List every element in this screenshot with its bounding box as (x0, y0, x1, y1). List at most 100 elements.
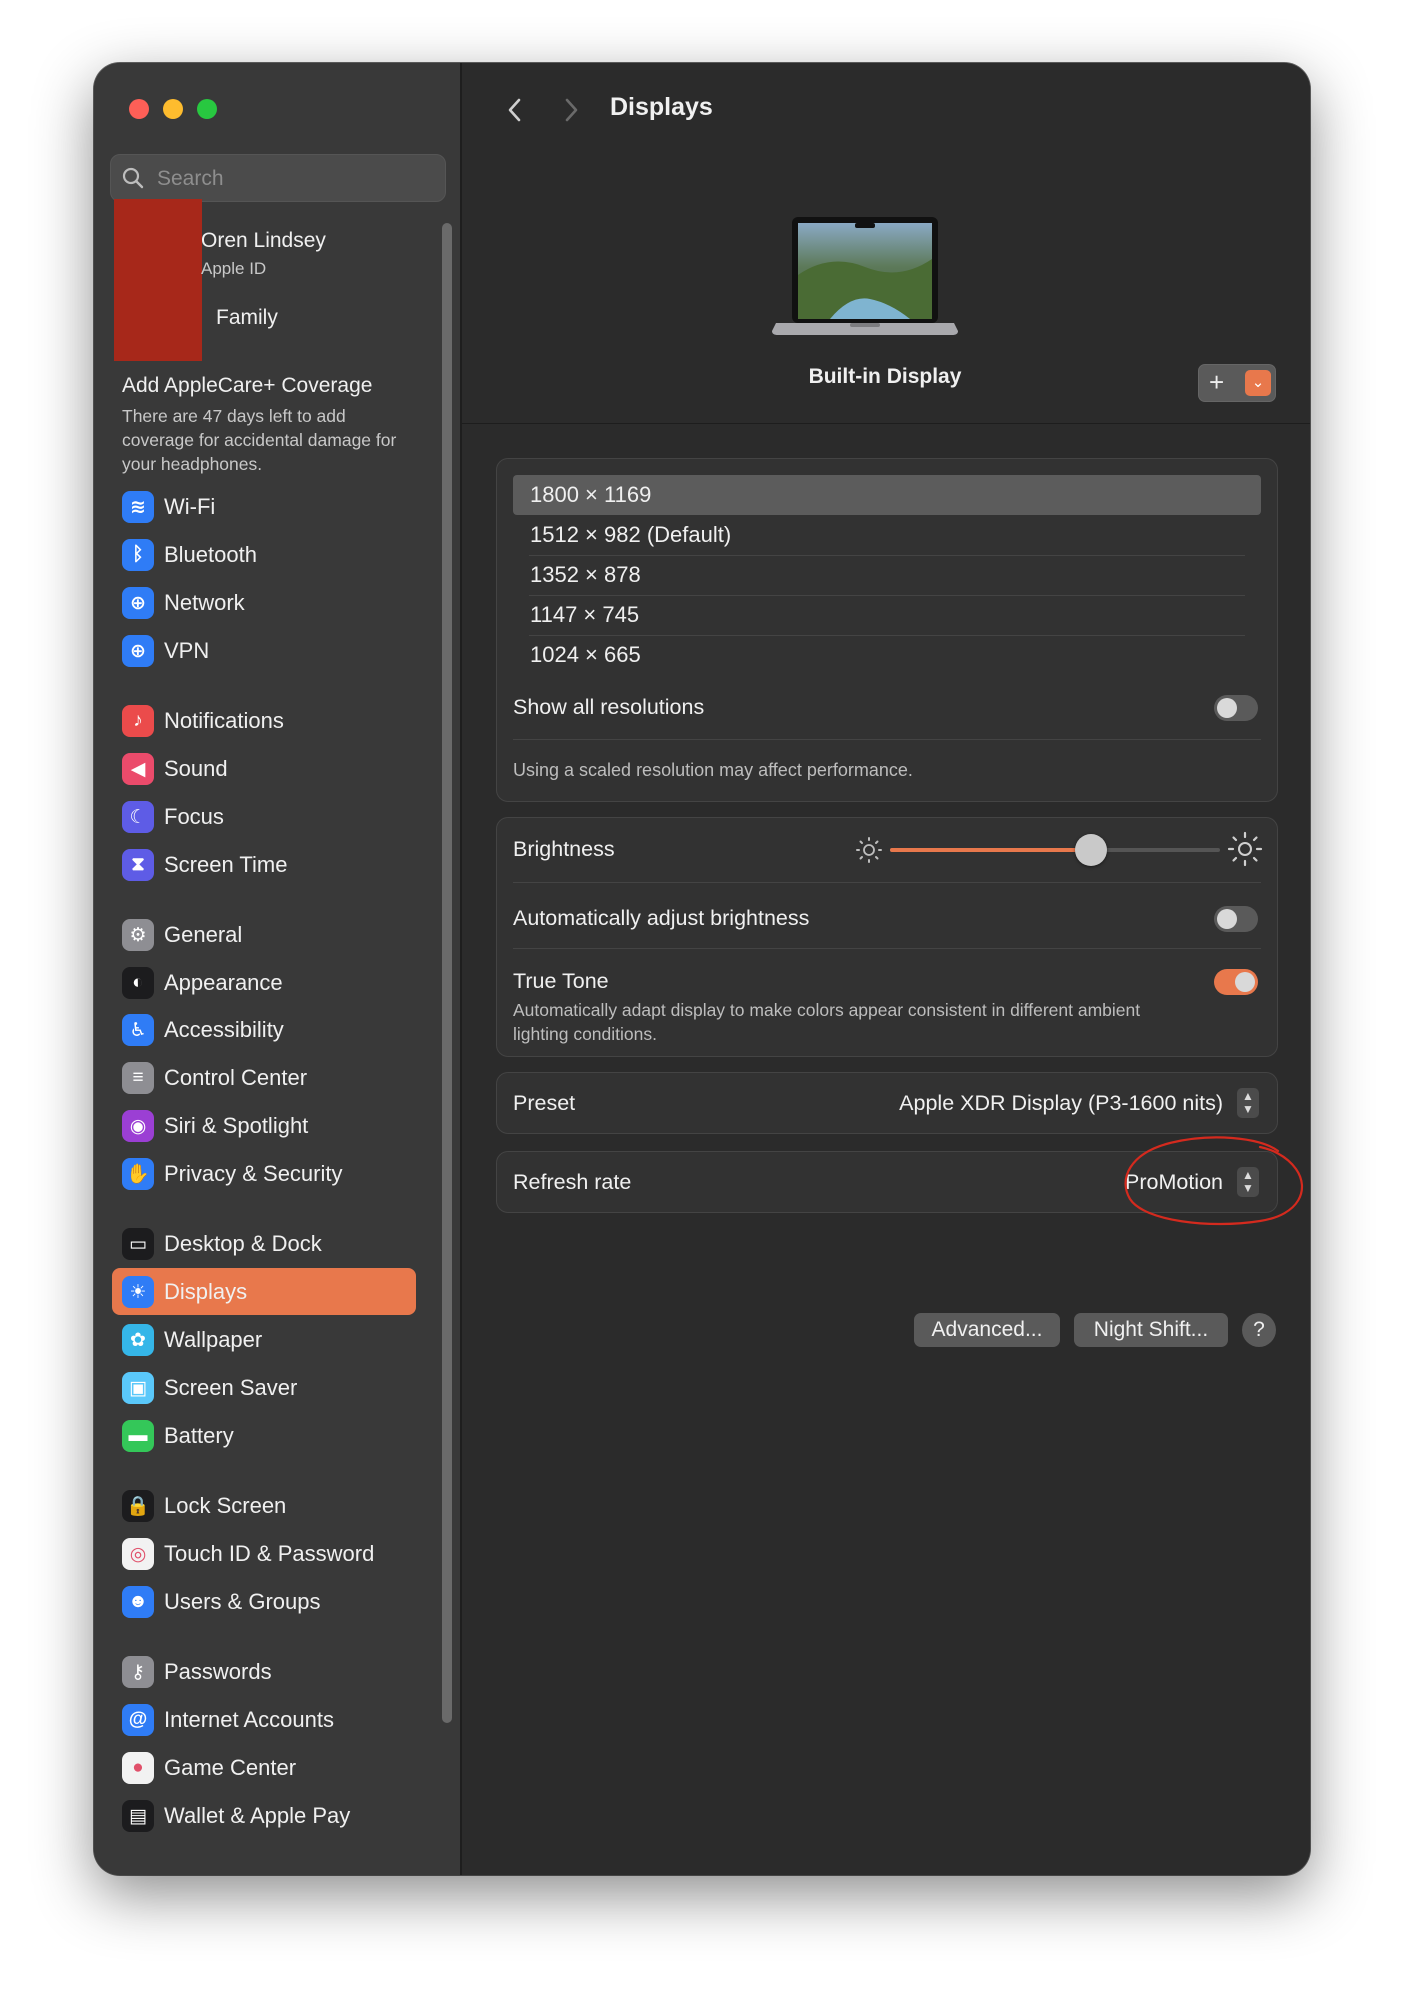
back-chevron-icon[interactable] (500, 93, 530, 127)
close-window-button[interactable] (129, 99, 149, 119)
sun-icon: ☀ (122, 1276, 154, 1308)
divider (513, 882, 1261, 883)
sidebar-item-battery[interactable]: ▬ Battery (112, 1412, 416, 1459)
sidebar-item-label: Privacy & Security (164, 1161, 343, 1186)
preset-card: Preset Apple XDR Display (P3-1600 nits) … (496, 1072, 1278, 1134)
bell-icon: ♪ (122, 705, 154, 737)
globe-icon: ⊕ (122, 587, 154, 619)
sidebar-item-vpn[interactable]: ⊕ VPN (112, 627, 416, 674)
sidebar-item-wi-fi[interactable]: ≋ Wi-Fi (112, 483, 416, 530)
applecare-banner[interactable]: Add AppleCare+ Coverage There are 47 day… (122, 374, 422, 476)
resolution-option[interactable]: 1024 × 665 (513, 635, 1261, 675)
sidebar-item-screen-time[interactable]: ⧗ Screen Time (112, 841, 416, 888)
forward-chevron-icon[interactable] (556, 93, 586, 127)
sidebar-item-control-center[interactable]: ≡ Control Center (112, 1054, 416, 1101)
slider-knob[interactable] (1075, 834, 1108, 866)
resolution-option-label: 1800 × 1169 (530, 482, 652, 507)
main-panel: Displays Built-in Display + ⌄ 1800 × 116… (462, 63, 1310, 1875)
family-item[interactable]: Family (216, 306, 278, 330)
sidebar-item-screen-saver[interactable]: ▣ Screen Saver (112, 1364, 416, 1411)
zoom-window-button[interactable] (197, 99, 217, 119)
divider (513, 948, 1261, 949)
sidebar-item-siri-spotlight[interactable]: ◉ Siri & Spotlight (112, 1102, 416, 1149)
at-icon: @ (122, 1704, 154, 1736)
sidebar-item-lock-screen[interactable]: 🔒 Lock Screen (112, 1482, 416, 1529)
sidebar-item-bluetooth[interactable]: ᛒ Bluetooth (112, 531, 416, 578)
apple-id-name[interactable]: Oren Lindsey (201, 229, 326, 253)
sidebar-item-appearance[interactable]: ◐ Appearance (112, 959, 416, 1006)
sidebar-item-label: Wallet & Apple Pay (164, 1803, 351, 1828)
wifi-icon: ≋ (122, 491, 154, 523)
resolution-option[interactable]: 1512 × 982 (Default) (513, 515, 1261, 555)
annotation-circle (1124, 1136, 1304, 1226)
sidebar-item-label: Users & Groups (164, 1589, 321, 1614)
sidebar-item-label: Appearance (164, 970, 283, 995)
divider (513, 739, 1261, 740)
sidebar-item-label: Desktop & Dock (164, 1231, 322, 1256)
sidebar-item-label: Sound (164, 756, 228, 781)
resolution-option[interactable]: 1352 × 878 (513, 555, 1261, 595)
resolution-option-label: 1024 × 665 (530, 642, 641, 667)
sidebar-item-label: Control Center (164, 1065, 308, 1090)
sidebar-item-label: Notifications (164, 708, 284, 733)
auto-brightness-toggle[interactable] (1214, 906, 1258, 932)
applecare-title: Add AppleCare+ Coverage (122, 374, 373, 397)
minimize-window-button[interactable] (163, 99, 183, 119)
sidebar-item-label: Game Center (164, 1755, 297, 1780)
preset-stepper[interactable]: ▲ ▼ (1237, 1088, 1259, 1118)
sidebar-item-touch-id-password[interactable]: ◎ Touch ID & Password (112, 1530, 416, 1577)
search-field[interactable] (110, 154, 446, 202)
slider-fill (890, 848, 1092, 852)
sidebar-item-sound[interactable]: ◀ Sound (112, 745, 416, 792)
resolution-option[interactable]: 1147 × 745 (513, 595, 1261, 635)
sidebar-item-label: Lock Screen (164, 1493, 287, 1518)
brightness-card: Brightness Automatically adjust brightne… (496, 817, 1278, 1057)
speaker-icon: ◀ (122, 753, 154, 785)
help-button[interactable]: ? (1242, 1313, 1276, 1347)
true-tone-description: Automatically adapt display to make colo… (513, 1000, 1141, 1044)
battery-icon: ▬ (122, 1420, 154, 1452)
plus-icon: + (1209, 367, 1225, 397)
sidebar-item-privacy-security[interactable]: ✋ Privacy & Security (112, 1150, 416, 1197)
sidebar-item-wallpaper[interactable]: ✿ Wallpaper (112, 1316, 416, 1363)
page-title: Displays (610, 93, 713, 121)
sidebar-item-accessibility[interactable]: ♿ Accessibility (112, 1006, 416, 1053)
add-display-button[interactable]: + ⌄ (1198, 364, 1276, 402)
show-all-resolutions-label: Show all resolutions (513, 695, 705, 719)
sidebar-item-game-center[interactable]: ● Game Center (112, 1744, 416, 1791)
display-name: Built-in Display (808, 365, 962, 388)
sidebar-item-passwords[interactable]: ⚷ Passwords (112, 1648, 416, 1695)
resolution-note: Using a scaled resolution may affect per… (513, 760, 913, 780)
resolution-option[interactable]: 1800 × 1169 (513, 475, 1261, 515)
sidebar-item-users-groups[interactable]: ☻ Users & Groups (112, 1578, 416, 1625)
preset-value[interactable]: Apple XDR Display (P3-1600 nits) (899, 1091, 1223, 1116)
laptop-display-icon[interactable] (770, 215, 960, 339)
users-icon: ☻ (122, 1586, 154, 1618)
sidebar-item-internet-accounts[interactable]: @ Internet Accounts (112, 1696, 416, 1743)
resolution-card: 1800 × 1169 1512 × 982 (Default) 1352 × 87… (496, 458, 1278, 802)
sidebar-item-label: VPN (164, 638, 210, 663)
advanced-button[interactable]: Advanced... (914, 1313, 1060, 1347)
brightness-slider[interactable] (890, 834, 1220, 866)
sidebar-item-general[interactable]: ⚙ General (112, 911, 416, 958)
hourglass-icon: ⧗ (122, 849, 154, 881)
refresh-rate-label: Refresh rate (513, 1170, 632, 1194)
sidebar-item-label: General (164, 922, 243, 947)
sidebar-item-label: Screen Saver (164, 1375, 298, 1400)
sidebar-item-notifications[interactable]: ♪ Notifications (112, 697, 416, 744)
sidebar-item-network[interactable]: ⊕ Network (112, 579, 416, 626)
sidebar-item-focus[interactable]: ☾ Focus (112, 793, 416, 840)
sidebar-item-desktop-dock[interactable]: ▭ Desktop & Dock (112, 1220, 416, 1267)
sidebar-item-label: Passwords (164, 1659, 272, 1684)
sidebar-item-wallet-apple-pay[interactable]: ▤ Wallet & Apple Pay (112, 1792, 416, 1839)
night-shift-button[interactable]: Night Shift... (1074, 1313, 1228, 1347)
show-all-resolutions-toggle[interactable] (1214, 695, 1258, 721)
search-input[interactable] (155, 163, 429, 195)
sidebar-scrollbar[interactable] (442, 223, 452, 1723)
resolution-option-label: 1512 × 982 (Default) (530, 522, 732, 547)
chevron-down-icon[interactable]: ⌄ (1245, 370, 1271, 396)
sun-bright-icon (1227, 831, 1263, 867)
redacted-avatar (114, 199, 202, 361)
true-tone-toggle[interactable] (1214, 969, 1258, 995)
sidebar-item-displays[interactable]: ☀ Displays (112, 1268, 416, 1315)
